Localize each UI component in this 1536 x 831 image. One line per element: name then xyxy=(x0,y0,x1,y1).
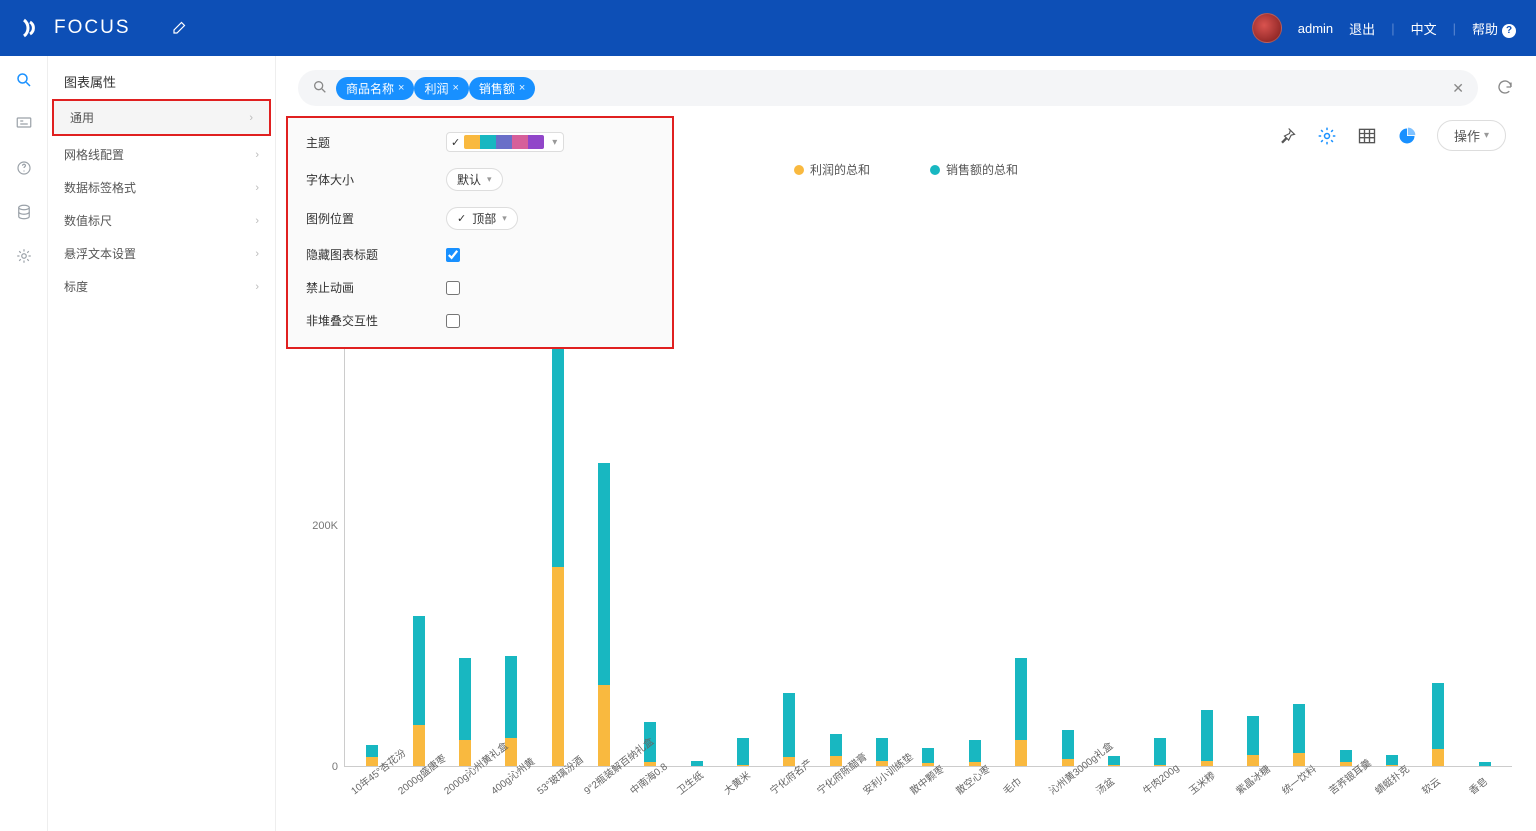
bar[interactable] xyxy=(1091,188,1137,767)
bar[interactable] xyxy=(1369,188,1415,767)
refresh-icon[interactable] xyxy=(1496,78,1514,99)
bar[interactable] xyxy=(1462,188,1508,767)
rail-search-icon[interactable] xyxy=(14,70,34,90)
font-size-select[interactable]: 默认▾ xyxy=(446,168,503,191)
clear-search-icon[interactable]: ✕ xyxy=(1452,80,1464,97)
x-axis: 10年45°杏花汾2000g盛唐枣2000g沁州黄礼盒400g沁州黄53°玻璃汾… xyxy=(300,767,1512,831)
gear-icon[interactable] xyxy=(1317,126,1337,146)
bar[interactable] xyxy=(720,188,766,767)
font-size-label: 字体大小 xyxy=(306,171,446,188)
app-name: FOCUS xyxy=(54,17,131,39)
rail-help-icon[interactable] xyxy=(14,158,34,178)
panel-item[interactable]: 标度› xyxy=(48,270,275,303)
table-icon[interactable] xyxy=(1357,126,1377,146)
theme-label: 主题 xyxy=(306,134,446,151)
config-panel: 主题 ✓ ▾ 字体大小 默认▾ 图例位置 ✓顶部▾ 隐藏图表标题 禁止动画 xyxy=(286,116,674,349)
rail-settings-icon[interactable] xyxy=(14,246,34,266)
search-bar[interactable]: 商品名称 ×利润 ×销售额 × ✕ xyxy=(298,70,1478,106)
legend-item[interactable]: 利润的总和 xyxy=(794,161,870,178)
lang-link[interactable]: 中文 xyxy=(1411,19,1437,38)
theme-select[interactable]: ✓ ▾ xyxy=(446,132,564,152)
logo: FOCUS xyxy=(20,16,131,40)
bar[interactable] xyxy=(813,188,859,767)
logout-link[interactable]: 退出 xyxy=(1349,19,1375,38)
bar[interactable] xyxy=(952,188,998,767)
rail-board-icon[interactable] xyxy=(14,114,34,134)
bar[interactable] xyxy=(1230,188,1276,767)
bar[interactable] xyxy=(1044,188,1090,767)
hide-title-label: 隐藏图表标题 xyxy=(306,246,446,263)
search-icon xyxy=(312,79,328,98)
panel-item[interactable]: 通用› xyxy=(54,101,269,134)
panel-item[interactable]: 网格线配置› xyxy=(48,138,275,171)
side-panel: 图表属性 通用› 网格线配置›数据标签格式›数值标尺›悬浮文本设置›标度› xyxy=(48,56,276,831)
panel-item[interactable]: 悬浮文本设置› xyxy=(48,237,275,270)
avatar[interactable] xyxy=(1252,13,1282,43)
legend-pos-label: 图例位置 xyxy=(306,210,446,227)
bar[interactable] xyxy=(998,188,1044,767)
panel-title: 图表属性 xyxy=(48,56,275,99)
bar[interactable] xyxy=(905,188,951,767)
bar[interactable] xyxy=(859,188,905,767)
panel-item[interactable]: 数据标签格式› xyxy=(48,171,275,204)
noninteract-label: 非堆叠交互性 xyxy=(306,312,446,329)
bar[interactable] xyxy=(1276,188,1322,767)
top-right: admin 退出 | 中文 | 帮助? xyxy=(1252,13,1516,43)
y-tick: 0 xyxy=(332,761,338,773)
pie-icon[interactable] xyxy=(1397,126,1417,146)
bar[interactable] xyxy=(766,188,812,767)
legend-item[interactable]: 销售额的总和 xyxy=(930,161,1018,178)
search-chip[interactable]: 销售额 × xyxy=(469,77,535,100)
bar[interactable] xyxy=(674,188,720,767)
hide-title-checkbox[interactable] xyxy=(446,248,460,262)
edit-icon[interactable] xyxy=(171,18,189,39)
bar[interactable] xyxy=(1323,188,1369,767)
disable-anim-label: 禁止动画 xyxy=(306,279,446,296)
top-bar: FOCUS admin 退出 | 中文 | 帮助? xyxy=(0,0,1536,56)
left-rail xyxy=(0,56,48,831)
noninteract-checkbox[interactable] xyxy=(446,314,460,328)
bar[interactable] xyxy=(1137,188,1183,767)
rail-data-icon[interactable] xyxy=(14,202,34,222)
panel-item[interactable]: 数值标尺› xyxy=(48,204,275,237)
logo-icon xyxy=(20,16,44,40)
user-name[interactable]: admin xyxy=(1298,21,1333,36)
ops-button[interactable]: 操作 ▾ xyxy=(1437,120,1506,151)
y-tick: 200K xyxy=(312,520,338,532)
bar[interactable] xyxy=(1183,188,1229,767)
bar[interactable] xyxy=(1415,188,1461,767)
search-chip[interactable]: 利润 × xyxy=(414,77,468,100)
search-chip[interactable]: 商品名称 × xyxy=(336,77,414,100)
pin-icon[interactable] xyxy=(1277,126,1297,146)
help-link[interactable]: 帮助? xyxy=(1472,19,1516,38)
legend-pos-select[interactable]: ✓顶部▾ xyxy=(446,207,518,230)
disable-anim-checkbox[interactable] xyxy=(446,281,460,295)
